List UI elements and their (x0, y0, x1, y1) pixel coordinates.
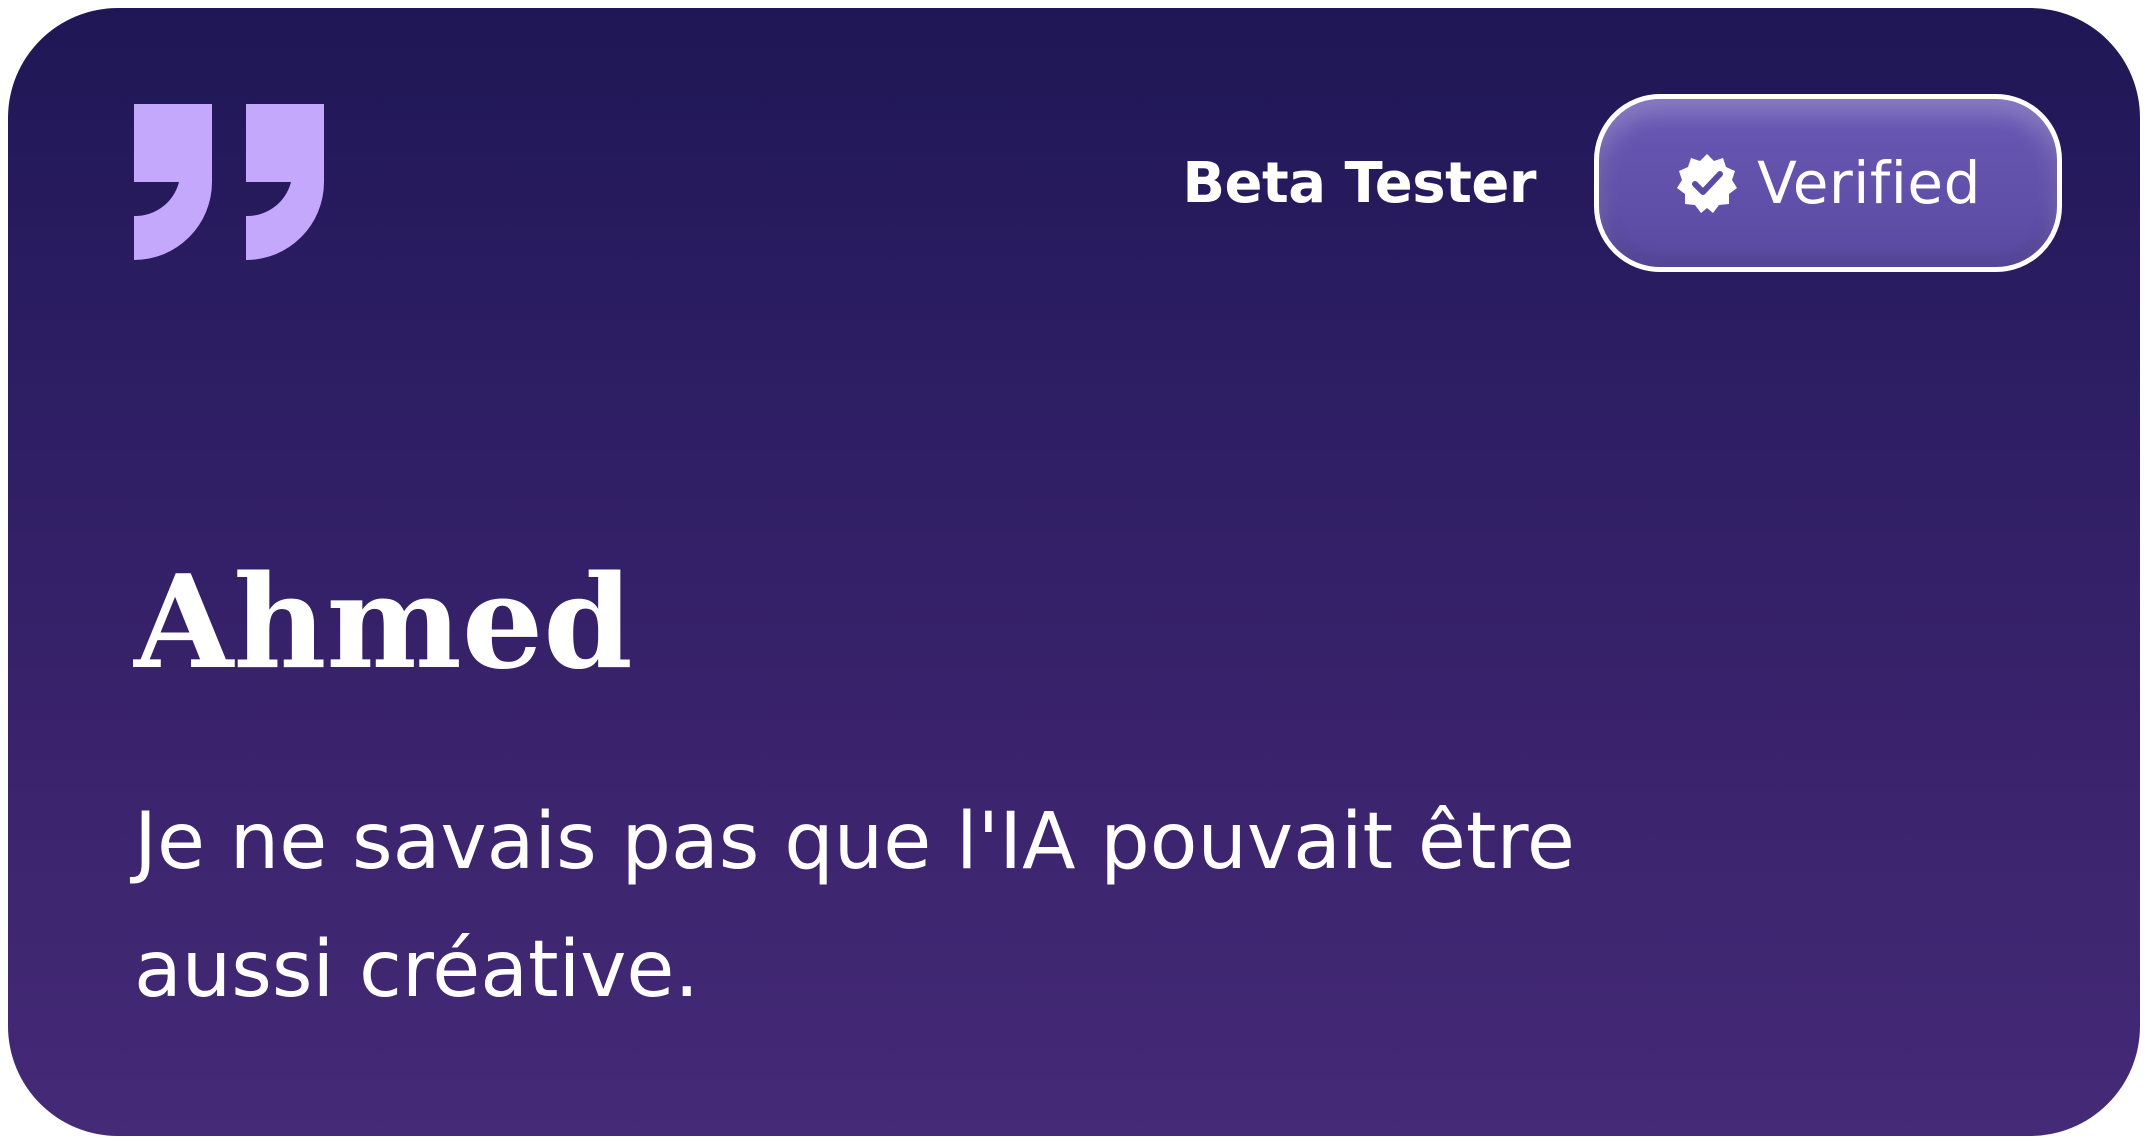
verified-badge-icon (1677, 154, 1738, 213)
testimonial-quote: Je ne savais pas que l'IA pouvait être a… (134, 797, 1575, 1015)
verified-badge[interactable]: Verified (1594, 94, 2062, 272)
author-name: Ahmed (134, 548, 633, 698)
verified-label: Verified (1757, 149, 1981, 217)
badge-row: Beta Tester Verified (1182, 92, 2062, 274)
role-label: Beta Tester (1182, 150, 1536, 216)
quote-mark-icon (134, 104, 324, 260)
testimonial-card: Beta Tester Verified Ahmed Je ne savais … (8, 8, 2140, 1136)
